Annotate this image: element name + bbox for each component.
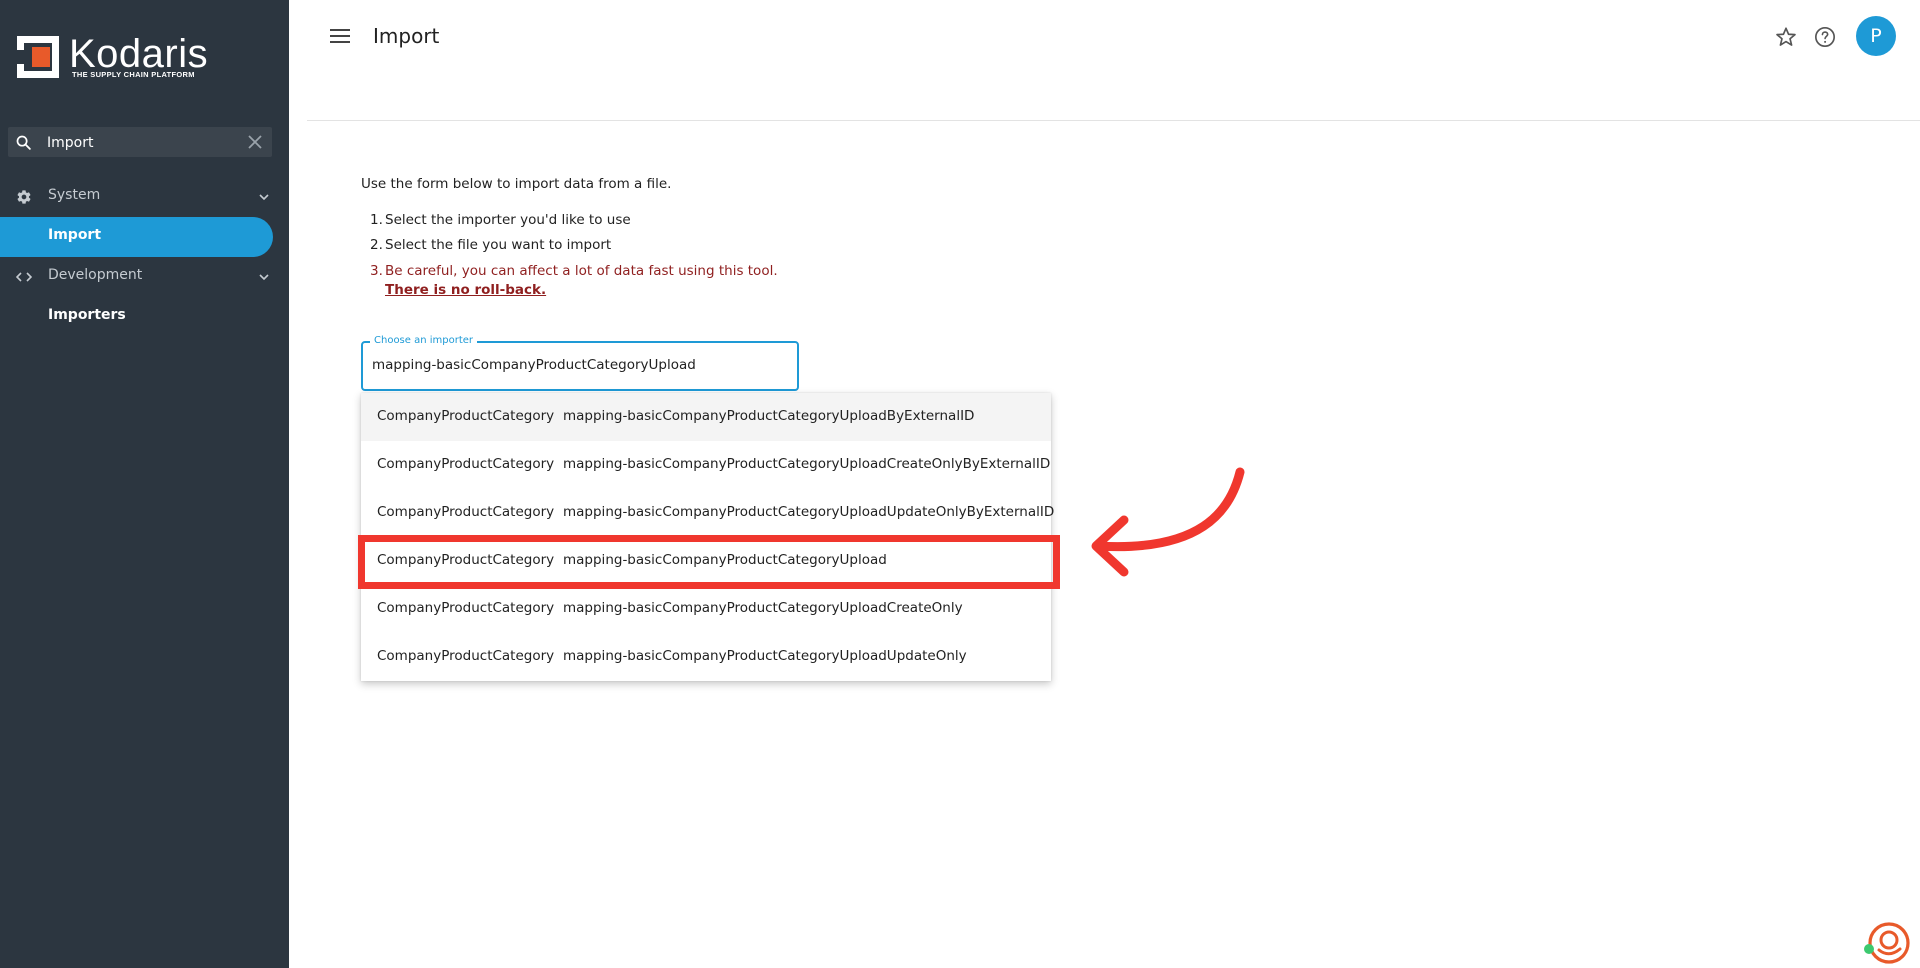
- option-type: CompanyProductCategory: [377, 504, 555, 520]
- importer-option[interactable]: CompanyProductCategory mapping-basicComp…: [361, 441, 1051, 489]
- brand-tagline: THE SUPPLY CHAIN PLATFORM: [72, 70, 195, 79]
- code-icon: [16, 272, 32, 282]
- importer-select-label: Choose an importer: [370, 335, 478, 346]
- highlight-box: [358, 535, 1060, 589]
- chevron-down-icon: [259, 274, 269, 281]
- hamburger-menu-icon[interactable]: [330, 28, 350, 44]
- importer-option[interactable]: CompanyProductCategory mapping-basicComp…: [361, 489, 1055, 537]
- option-type: CompanyProductCategory: [377, 456, 555, 472]
- option-type: CompanyProductCategory: [377, 648, 555, 664]
- sidebar-item-label: System: [48, 187, 101, 203]
- importer-select[interactable]: Choose an importer mapping-basicCompanyP…: [361, 335, 799, 391]
- online-status-dot: [1864, 944, 1874, 954]
- warning-step: 3. Be careful, you can affect a lot of d…: [370, 263, 778, 298]
- annotation-arrow-icon: [1091, 467, 1245, 577]
- sidebar-item-import[interactable]: Import: [0, 217, 273, 257]
- chevron-down-icon: [259, 194, 269, 201]
- kodaris-logo-icon: [17, 36, 59, 78]
- chat-support-icon[interactable]: [1862, 916, 1912, 966]
- sidebar-item-development[interactable]: Development: [0, 257, 272, 297]
- kodaris-logo[interactable]: Kodaris THE SUPPLY CHAIN PLATFORM: [17, 32, 217, 80]
- star-icon[interactable]: [1775, 26, 1797, 48]
- page-title: Import: [373, 24, 440, 48]
- avatar[interactable]: P: [1856, 16, 1896, 56]
- option-name: mapping-basicCompanyProductCategoryUploa…: [563, 648, 967, 664]
- sidebar-search-input[interactable]: [45, 131, 239, 155]
- importer-select-value: mapping-basicCompanyProductCategoryUploa…: [372, 357, 696, 373]
- sidebar: Kodaris THE SUPPLY CHAIN PLATFORM System…: [0, 0, 289, 968]
- step-item: 1. Select the importer you'd like to use: [370, 212, 631, 228]
- sidebar-item-label: Importers: [48, 307, 126, 323]
- sidebar-search: [8, 127, 272, 157]
- option-name: mapping-basicCompanyProductCategoryUploa…: [563, 408, 975, 424]
- importer-option[interactable]: CompanyProductCategory mapping-basicComp…: [361, 393, 1051, 441]
- step-item: 2. Select the file you want to import: [370, 237, 612, 253]
- option-name: mapping-basicCompanyProductCategoryUploa…: [563, 504, 1055, 520]
- option-type: CompanyProductCategory: [377, 600, 555, 616]
- search-icon: [16, 135, 31, 150]
- top-header: Import P: [307, 0, 1920, 121]
- help-icon[interactable]: [1814, 26, 1836, 48]
- option-name: mapping-basicCompanyProductCategoryUploa…: [563, 600, 963, 616]
- instruction-steps: 1. Select the importer you'd like to use…: [361, 212, 811, 309]
- importer-option[interactable]: CompanyProductCategory mapping-basicComp…: [361, 633, 1051, 681]
- gear-icon: [17, 190, 31, 204]
- sidebar-item-label: Development: [48, 267, 143, 283]
- sidebar-item-label: Import: [48, 227, 102, 243]
- intro-text: Use the form below to import data from a…: [361, 176, 672, 192]
- option-type: CompanyProductCategory: [377, 408, 555, 424]
- option-name: mapping-basicCompanyProductCategoryUploa…: [563, 456, 1051, 472]
- sidebar-item-system[interactable]: System: [0, 177, 272, 217]
- close-icon[interactable]: [248, 135, 262, 149]
- no-rollback-warning: There is no roll-back.: [385, 282, 547, 298]
- importer-option[interactable]: CompanyProductCategory mapping-basicComp…: [361, 585, 1051, 633]
- sidebar-item-importers[interactable]: Importers: [0, 297, 272, 337]
